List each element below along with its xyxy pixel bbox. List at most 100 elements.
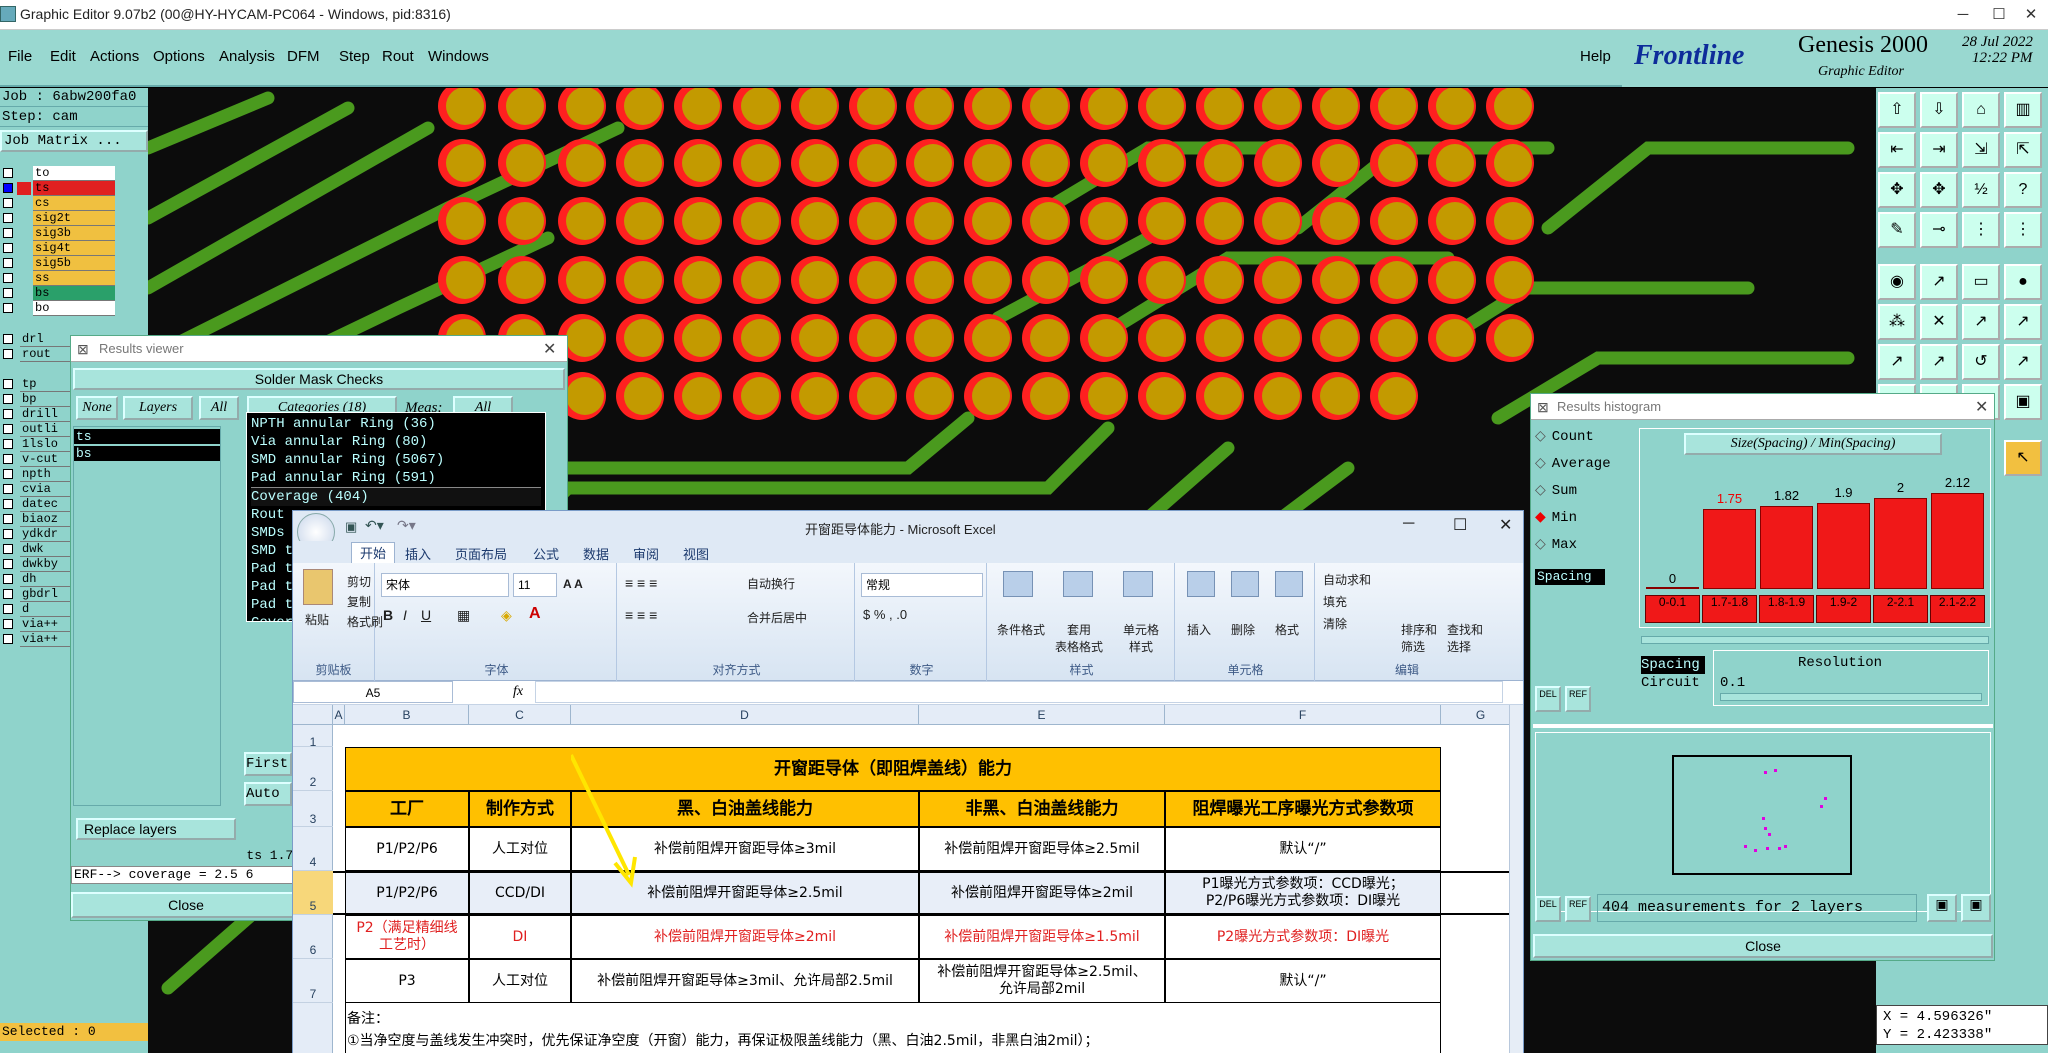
paste-button[interactable]: 粘贴 (305, 611, 329, 628)
table-cell[interactable]: 人工对位 (469, 959, 571, 1003)
menu-analysis[interactable]: Analysis (219, 48, 275, 65)
minimize-button[interactable]: ─ (1940, 2, 1986, 28)
layer-row-to[interactable]: to (0, 166, 116, 181)
mode-sum[interactable]: ◇ Sum (1535, 482, 1577, 499)
table-cell[interactable]: P3 (345, 959, 469, 1003)
tool-button-25[interactable]: ↗ (1920, 344, 1958, 380)
row-header-1[interactable]: 1 (293, 725, 333, 749)
layer-row-bo[interactable]: bo (0, 301, 116, 316)
resolution-slider[interactable] (1720, 693, 1982, 701)
histogram-bar[interactable] (1931, 492, 1984, 589)
table-cell[interactable]: P2（满足精细线 工艺时） (345, 915, 469, 959)
tool-button-7[interactable]: ⇱ (2004, 132, 2042, 168)
table-format-button[interactable]: 套用 表格格式 (1049, 621, 1109, 655)
layer-checkbox[interactable] (3, 379, 13, 389)
mode-max[interactable]: ◇ Max (1535, 536, 1577, 553)
menu-help[interactable]: Help (1580, 48, 1611, 65)
histogram-bar[interactable] (1646, 587, 1699, 589)
histogram-bar[interactable] (1874, 498, 1927, 589)
spacing-option[interactable]: Spacing (1641, 656, 1705, 674)
layer-checkbox[interactable] (3, 288, 13, 298)
table-cell[interactable]: 补偿前阻焊开窗距导体≥2.5mil (919, 827, 1165, 871)
layer-checkbox[interactable] (3, 454, 13, 464)
category-item[interactable]: NPTH annular Ring (36) (251, 415, 541, 433)
ref-button-2[interactable]: REF (1565, 896, 1591, 922)
mode-radio-icon[interactable]: ◆ (1535, 510, 1546, 526)
menu-file[interactable]: File (8, 48, 32, 65)
sort-filter-button[interactable]: 排序和 筛选 (1401, 621, 1437, 655)
menu-step[interactable]: Step (339, 48, 370, 65)
table-cell[interactable]: 补偿前阻焊开窗距导体≥1.5mil (919, 915, 1165, 959)
tool-button-27[interactable]: ↗ (2004, 344, 2042, 380)
zoom-in-icon[interactable]: ▣ (1927, 894, 1957, 922)
table-cell[interactable]: CCD/DI (469, 871, 571, 915)
layer-checkbox[interactable] (3, 198, 13, 208)
cut-button[interactable]: 剪切 (347, 573, 371, 590)
undo-icon[interactable]: ↶▾ (365, 517, 384, 534)
tool-button-23[interactable]: ↗ (2004, 304, 2042, 340)
close-button[interactable]: ✕ (2016, 2, 2046, 28)
layers-button[interactable]: Layers (123, 396, 193, 420)
tool-button-6[interactable]: ⇲ (1962, 132, 2000, 168)
redo-icon[interactable]: ↷▾ (397, 517, 416, 534)
tool-button-5[interactable]: ⇥ (1920, 132, 1958, 168)
tool-button-15[interactable]: ⋮ (2004, 212, 2042, 248)
excel-minimize[interactable]: ─ (1403, 515, 1414, 533)
menu-rout[interactable]: Rout (382, 48, 414, 65)
tool-button-18[interactable]: ▭ (1962, 264, 2000, 300)
layer-checkbox[interactable] (3, 228, 13, 238)
align-left-icon[interactable]: ≡ ≡ ≡ (625, 607, 657, 623)
percent-icon[interactable]: $ % , .0 (863, 607, 907, 622)
menu-actions[interactable]: Actions (90, 48, 139, 65)
tool-button-0[interactable]: ⇧ (1878, 92, 1916, 128)
column-header-E[interactable]: E (919, 705, 1165, 725)
layer-row-sig3b[interactable]: sig3b (0, 226, 116, 241)
column-header-A[interactable]: A (333, 705, 345, 725)
layer-checkbox[interactable] (3, 349, 13, 359)
layer-row-ts[interactable]: ts (0, 181, 116, 196)
tool-button-9[interactable]: ✥ (1920, 172, 1958, 208)
histogram-bar[interactable] (1703, 509, 1756, 589)
layer-checkbox[interactable] (3, 514, 13, 524)
layer-checkbox[interactable] (3, 559, 13, 569)
layer-checkbox[interactable] (3, 604, 13, 614)
menu-windows[interactable]: Windows (428, 48, 489, 65)
column-header-F[interactable]: F (1165, 705, 1441, 725)
del-button[interactable]: DEL (1535, 686, 1561, 712)
menu-edit[interactable]: Edit (50, 48, 76, 65)
mode-radio-icon[interactable]: ◇ (1535, 429, 1546, 445)
layer-listbox[interactable]: ts bs (73, 426, 221, 806)
layer-checkbox[interactable] (3, 213, 13, 223)
first-button[interactable]: First (244, 752, 292, 776)
tool-button-31[interactable]: ▣ (2004, 384, 2042, 420)
tool-button-17[interactable]: ↗ (1920, 264, 1958, 300)
fill-button[interactable]: 填充 (1323, 593, 1347, 610)
wrap-text-button[interactable]: 自动换行 (747, 575, 795, 592)
tool-button-3[interactable]: ▥ (2004, 92, 2042, 128)
preview-viewport[interactable] (1672, 755, 1852, 875)
table-cell[interactable]: 人工对位 (469, 827, 571, 871)
font-size-box[interactable]: 11 (513, 573, 557, 597)
layer-row-cs[interactable]: cs (0, 196, 116, 211)
cell-style-icon[interactable] (1123, 571, 1153, 597)
insert-icon[interactable] (1187, 571, 1215, 597)
table-format-icon[interactable] (1063, 571, 1093, 597)
replace-layers-dropdown[interactable]: Replace layers (76, 818, 236, 840)
row-header-8[interactable] (293, 1003, 333, 1053)
histogram-close-button[interactable]: Close (1533, 934, 1993, 958)
category-item[interactable]: Via annular Ring (80) (251, 433, 541, 451)
format-icon[interactable] (1275, 571, 1303, 597)
excel-close[interactable]: ✕ (1499, 515, 1512, 535)
layer-checkbox[interactable] (3, 544, 13, 554)
copy-button[interactable]: 复制 (347, 593, 371, 610)
conditional-format-button[interactable]: 条件格式 (993, 621, 1049, 638)
paste-icon[interactable] (303, 569, 333, 605)
table-cell[interactable]: 补偿前阻焊开窗距导体≥2.5mil、 允许局部2mil (919, 959, 1165, 1003)
tool-button-12[interactable]: ✎ (1878, 212, 1916, 248)
column-header-D[interactable]: D (571, 705, 919, 725)
solder-mask-checks-header[interactable]: Solder Mask Checks (73, 368, 565, 390)
save-icon[interactable]: ▣ (345, 519, 357, 535)
clear-button[interactable]: 清除 (1323, 615, 1347, 632)
mode-radio-icon[interactable]: ◇ (1535, 456, 1546, 472)
merge-center-button[interactable]: 合并后居中 (747, 609, 807, 626)
